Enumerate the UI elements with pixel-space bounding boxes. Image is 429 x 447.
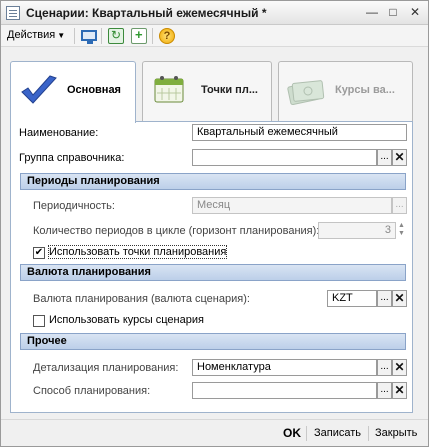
detail-select-button[interactable]: ... xyxy=(377,359,392,376)
toolbar-divider xyxy=(101,28,102,44)
ok-button[interactable]: OK xyxy=(283,426,301,440)
save-button[interactable]: Записать xyxy=(314,427,361,439)
group-select-button[interactable]: ... xyxy=(377,149,392,166)
money-icon xyxy=(287,80,325,106)
name-field[interactable]: Квартальный ежемесячный xyxy=(192,124,407,141)
periods-count-stepper[interactable]: ▲ ▼ xyxy=(396,222,407,239)
window-title: Сценарии: Квартальный ежемесячный * xyxy=(26,6,267,20)
checkmark-icon xyxy=(21,75,57,104)
name-label: Наименование: xyxy=(19,127,99,139)
tab-planning-points-label: Точки пл... xyxy=(201,84,258,96)
tab-main[interactable]: Основная xyxy=(10,61,136,123)
currency-field[interactable]: KZT xyxy=(327,290,377,307)
maximize-button[interactable]: □ xyxy=(384,4,402,21)
calendar-icon xyxy=(154,76,184,103)
method-field[interactable] xyxy=(192,382,377,399)
actions-menu[interactable]: Действия ▼ xyxy=(7,29,65,41)
spin-down-icon[interactable]: ▼ xyxy=(398,230,405,237)
currency-select-button[interactable]: ... xyxy=(377,290,392,307)
tab-currency-rates-label: Курсы ва... xyxy=(335,84,395,96)
bottom-bar: OK Записать Закрыть xyxy=(1,419,428,446)
spin-up-icon[interactable]: ▲ xyxy=(398,222,405,229)
chevron-down-icon: ▼ xyxy=(57,31,66,40)
scenario-window: Сценарии: Квартальный ежемесячный * — □ … xyxy=(0,0,429,447)
section-other: Прочее xyxy=(20,333,406,350)
add-document-icon[interactable] xyxy=(131,27,147,44)
currency-label: Валюта планирования (валюта сценария): xyxy=(33,293,250,305)
footer-divider xyxy=(306,426,307,441)
periodicity-field[interactable]: Месяц xyxy=(192,197,392,214)
group-label: Группа справочника: xyxy=(19,152,125,164)
actions-menu-label: Действия xyxy=(7,29,56,41)
help-icon[interactable]: ? xyxy=(159,28,175,44)
close-button[interactable]: Закрыть xyxy=(375,427,417,439)
toolbar: Действия▼ ? xyxy=(1,25,428,47)
periodicity-label: Периодичность: xyxy=(33,200,115,212)
tab-strip: Основная Точки пл... Курсы ва... xyxy=(10,61,413,123)
toolbar-divider xyxy=(74,28,75,44)
tab-planning-points[interactable]: Точки пл... xyxy=(142,61,272,121)
method-clear-icon[interactable]: ✕ xyxy=(392,382,407,399)
method-select-button[interactable]: ... xyxy=(377,382,392,399)
detail-clear-icon[interactable]: ✕ xyxy=(392,359,407,376)
title-bar: Сценарии: Квартальный ежемесячный * — □ … xyxy=(1,1,428,25)
use-planning-points-checkbox[interactable]: ✔ xyxy=(33,247,45,259)
method-label: Способ планирования: xyxy=(33,385,151,397)
monitor-icon[interactable] xyxy=(81,30,97,44)
detail-field[interactable]: Номенклатура xyxy=(192,359,377,376)
currency-clear-icon[interactable]: ✕ xyxy=(392,290,407,307)
tab-currency-rates[interactable]: Курсы ва... xyxy=(278,61,413,121)
form-icon xyxy=(6,6,20,20)
periods-count-field[interactable]: 3 xyxy=(318,222,396,239)
group-clear-icon[interactable]: ✕ xyxy=(392,149,407,166)
section-periods: Периоды планирования xyxy=(20,173,406,190)
section-currency: Валюта планирования xyxy=(20,264,406,281)
group-field[interactable] xyxy=(192,149,377,166)
use-scenario-rates-label[interactable]: Использовать курсы сценария xyxy=(49,314,204,326)
use-planning-points-label[interactable]: Использовать точки планирования xyxy=(47,245,228,259)
use-scenario-rates-checkbox[interactable] xyxy=(33,315,45,327)
minimize-button[interactable]: — xyxy=(363,4,381,21)
tab-content: Наименование: Квартальный ежемесячный Гр… xyxy=(10,121,413,413)
periods-count-label: Количество периодов в цикле (горизонт пл… xyxy=(33,225,320,237)
detail-label: Детализация планирования: xyxy=(33,362,179,374)
tab-main-label: Основная xyxy=(67,84,121,96)
periodicity-select-button[interactable]: ... xyxy=(392,197,407,214)
footer-divider xyxy=(368,426,369,441)
close-window-button[interactable]: ✕ xyxy=(406,4,424,21)
refresh-icon[interactable] xyxy=(108,28,124,44)
toolbar-divider xyxy=(152,28,153,44)
